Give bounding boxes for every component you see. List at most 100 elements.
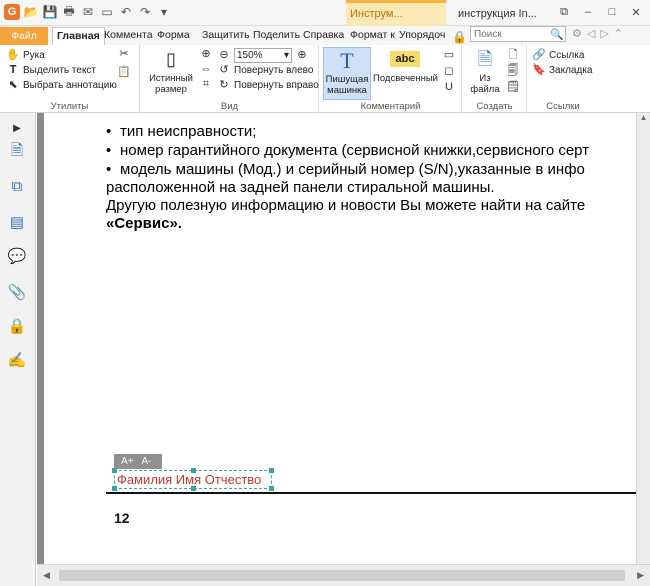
close-icon[interactable]: ✕ <box>628 4 644 20</box>
comments-icon[interactable]: 💬 <box>8 247 27 265</box>
select-text-tool[interactable]: 𝐓 Выделить текст <box>6 63 117 78</box>
hand-tool[interactable]: ✋ Рука <box>6 48 117 63</box>
search-icon[interactable]: 🔍 <box>550 28 564 41</box>
maximize-icon[interactable]: □ <box>604 4 620 20</box>
select-annotation-tool[interactable]: ⬉ Выбрать аннотацию <box>6 78 116 93</box>
print-icon[interactable]: 🖶 <box>61 4 77 20</box>
signature-text-box[interactable]: Фамилия Имя Отчество <box>112 468 274 491</box>
resize-handle[interactable] <box>191 468 196 473</box>
tab-help[interactable]: Справка <box>303 27 344 45</box>
group-label-create: Создать <box>476 101 513 112</box>
highlight-icon: abc <box>390 51 420 67</box>
font-increase-button[interactable]: A+ <box>121 456 134 467</box>
group-utilities: ✋ Рука 𝐓 Выделить текст ⬉ Выбрать аннота… <box>0 45 140 113</box>
context-tools-tab[interactable]: Инструм... <box>346 0 446 26</box>
fit-width-icon[interactable]: ⇔ <box>199 63 213 76</box>
callout-icon[interactable]: ◻ <box>442 65 456 78</box>
horizontal-scrollbar[interactable]: ◀ ▶ <box>37 564 650 586</box>
font-size-toolbar: A+ A- <box>114 454 162 469</box>
underline-icon[interactable]: U <box>442 81 456 94</box>
highlight-button[interactable]: abc Подсвеченный <box>373 47 438 84</box>
doc-line-1: • тип неисправности; <box>106 123 257 140</box>
tab-arrange[interactable]: Упорядоч <box>399 27 445 45</box>
rotate-right-icon: ↻ <box>219 79 229 91</box>
rotate-right-button[interactable]: ↻ Повернуть вправо <box>217 78 318 93</box>
scroll-right-icon[interactable]: ▶ <box>637 570 644 581</box>
page-thumbnail-icon[interactable]: 🗎 <box>8 142 26 161</box>
previous-icon[interactable]: ◁ <box>587 27 595 40</box>
scroll-up-icon[interactable]: ▲ <box>637 113 650 122</box>
clipboard-icon[interactable]: 📋 <box>117 66 131 79</box>
rotate-left-button[interactable]: ↺ Повернуть влево <box>217 63 319 78</box>
app-logo-icon[interactable]: G <box>4 4 20 20</box>
chevron-down-icon: ▾ <box>283 50 289 61</box>
lock-icon[interactable]: 🔒 <box>8 317 27 335</box>
tab-form[interactable]: Форма <box>157 27 190 45</box>
group-links: 🔗 Ссылка 🔖 Закладка Ссылки <box>528 45 598 113</box>
horizontal-scroll-thumb[interactable] <box>59 570 625 581</box>
doc-line-4: расположенной на задней панели стирально… <box>106 179 495 196</box>
open-folder-icon[interactable]: 📂 <box>23 4 39 20</box>
layers-icon[interactable]: ⧉ <box>8 177 26 195</box>
group-label-utilities: Утилиты <box>50 101 89 112</box>
resize-handle[interactable] <box>112 468 117 473</box>
tab-share[interactable]: Поделить <box>253 27 300 45</box>
rotate-left-icon: ↺ <box>219 64 229 76</box>
restore-icon[interactable]: ⧉ <box>556 4 572 20</box>
search-nav: ⚙ ◁ ▷ ⌃ <box>572 27 623 40</box>
window-icon[interactable]: ▭ <box>99 4 115 20</box>
tab-home[interactable]: Главная <box>52 27 105 45</box>
group-label-view: Вид <box>220 101 239 112</box>
create-clipboard-icon[interactable]: 🗒 <box>506 81 520 94</box>
resize-handle[interactable] <box>112 486 117 491</box>
next-icon[interactable]: ▷ <box>600 27 608 40</box>
save-icon[interactable]: 💾 <box>42 4 58 20</box>
fit-visible-icon[interactable]: ⌗ <box>199 78 213 91</box>
pdf-page: • тип неисправности; • номер гарантийного … <box>44 113 636 564</box>
zoom-in-icon[interactable]: ⊕ <box>295 49 309 62</box>
bookmark-button[interactable]: 🔖 Закладка <box>532 63 592 78</box>
doc-line-3: • модель машины (Мод.) и серийный номер (… <box>106 161 585 178</box>
redo-icon[interactable]: ↷ <box>137 4 153 20</box>
hand-icon: ✋ <box>6 49 20 61</box>
resize-handle[interactable] <box>191 486 196 491</box>
actual-size-button[interactable]: ▯ Истинный размер <box>145 47 197 96</box>
tab-protect[interactable]: Защитить <box>202 27 250 45</box>
scroll-left-icon[interactable]: ◀ <box>43 570 50 581</box>
snapshot-icon[interactable]: ✂ <box>117 48 131 61</box>
tab-comment[interactable]: Коммента <box>104 27 153 45</box>
customize-dropdown-icon[interactable]: ▾ <box>156 4 172 20</box>
tab-format[interactable]: Формат к <box>350 27 395 45</box>
typewriter-button[interactable]: T Пишущая машинка <box>323 47 371 100</box>
create-blank-icon[interactable]: 🗋 <box>506 49 520 62</box>
pages-icon[interactable]: ▤ <box>8 213 26 231</box>
ribbon: ✋ Рука 𝐓 Выделить текст ⬉ Выбрать аннота… <box>0 45 650 113</box>
collapse-ribbon-icon[interactable]: ⌃ <box>614 27 623 40</box>
group-create: 🗎 Из файла 🗋 🗐 🗒 Создать <box>463 45 527 113</box>
zoom-out-icon[interactable]: ⊖ <box>217 49 231 62</box>
window-controls: ⧉ – □ ✕ <box>556 4 644 20</box>
resize-handle[interactable] <box>269 486 274 491</box>
email-icon[interactable]: ✉ <box>80 4 96 20</box>
fit-page-icon[interactable]: ⊕ <box>199 48 213 61</box>
link-icon: 🔗 <box>532 49 546 61</box>
group-view: ▯ Истинный размер ⊕ ⇔ ⌗ ⊖ 150% ▾ ⊕ ↺ Пове… <box>141 45 319 113</box>
expand-panel-icon[interactable]: ▶ <box>8 119 26 137</box>
page-footer-rule <box>106 492 636 494</box>
help-icon[interactable]: 🔒 <box>452 28 467 46</box>
from-file-button[interactable]: 🗎 Из файла <box>467 47 503 96</box>
tab-file[interactable]: Файл <box>0 27 48 45</box>
link-button[interactable]: 🔗 Ссылка <box>532 48 592 63</box>
select-arrow-icon: ⬉ <box>8 79 18 91</box>
resize-handle[interactable] <box>269 468 274 473</box>
undo-icon[interactable]: ↶ <box>118 4 134 20</box>
zoom-select[interactable]: 150% ▾ <box>234 48 292 63</box>
attachment-icon[interactable]: 📎 <box>8 283 27 301</box>
minimize-icon[interactable]: – <box>580 4 596 20</box>
signature-icon[interactable]: ✍ <box>8 351 27 369</box>
create-scan-icon[interactable]: 🗐 <box>506 65 520 78</box>
search-options-icon[interactable]: ⚙ <box>572 27 582 40</box>
vertical-scrollbar[interactable]: ▲ <box>636 113 650 564</box>
font-decrease-button[interactable]: A- <box>142 456 152 467</box>
textbox-icon[interactable]: ▭ <box>442 49 456 62</box>
